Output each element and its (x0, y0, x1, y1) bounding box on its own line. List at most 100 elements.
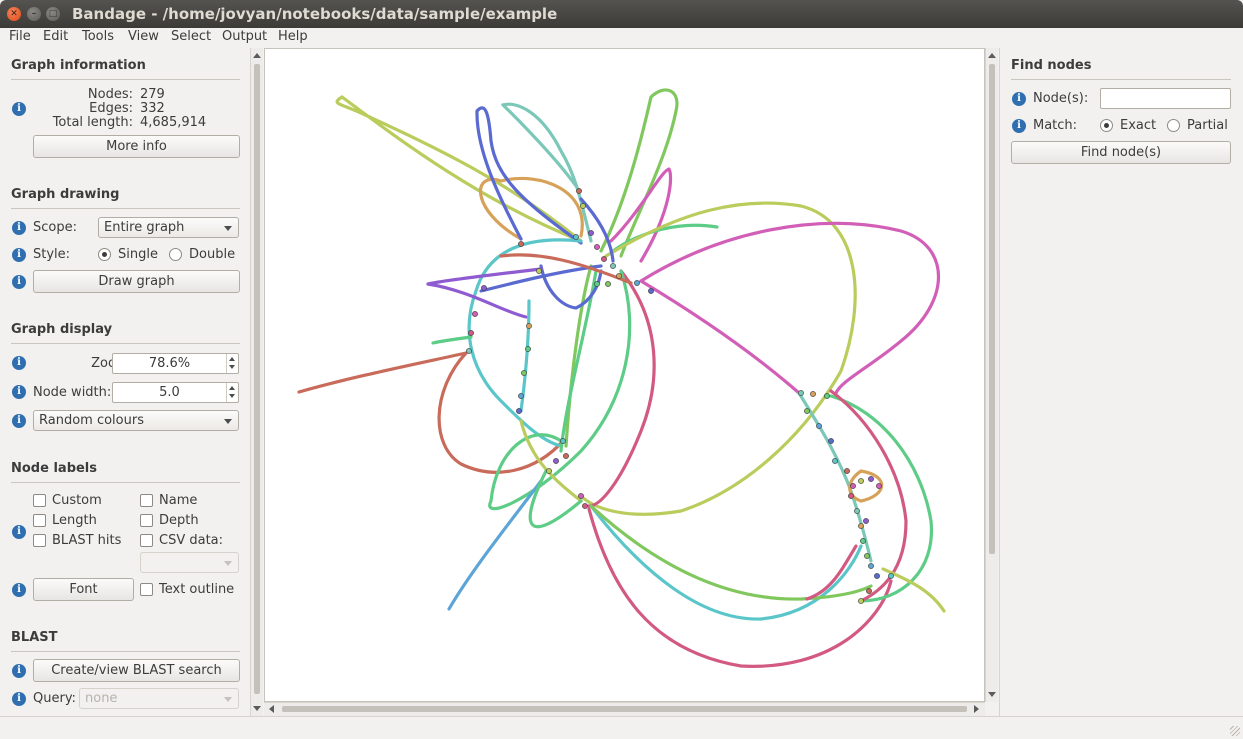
node-search-input[interactable] (1100, 88, 1231, 109)
style-single-label[interactable]: Single (118, 247, 158, 262)
length-checkbox[interactable] (33, 514, 46, 527)
graph-node[interactable] (860, 538, 866, 544)
blast-hits-checkbox[interactable] (33, 534, 46, 547)
graph-node[interactable] (634, 280, 640, 286)
graph-node[interactable] (888, 573, 894, 579)
graph-node[interactable] (854, 508, 860, 514)
graph-nodes[interactable] (466, 188, 894, 604)
graph-node[interactable] (560, 438, 566, 444)
graph-node[interactable] (573, 234, 579, 240)
more-info-button[interactable]: More info (33, 135, 240, 158)
graph-node[interactable] (850, 483, 856, 489)
match-partial-label[interactable]: Partial (1187, 118, 1228, 133)
length-label[interactable]: Length (52, 513, 97, 528)
graph-node[interactable] (594, 281, 600, 287)
graph-node[interactable] (536, 268, 542, 274)
graph-node[interactable] (525, 346, 531, 352)
graph-canvas[interactable] (264, 48, 985, 702)
zoom-spinbox[interactable]: 78.6% (112, 353, 239, 374)
graph-node[interactable] (468, 330, 474, 336)
draw-graph-button[interactable]: Draw graph (33, 270, 240, 293)
info-icon[interactable]: i (1012, 92, 1026, 106)
match-exact-radio[interactable] (1100, 119, 1113, 132)
menu-view[interactable]: View (128, 29, 159, 44)
minimize-window-button[interactable]: – (27, 7, 41, 21)
graph-node[interactable] (553, 458, 559, 464)
graph-node[interactable] (605, 281, 611, 287)
menu-file[interactable]: File (9, 29, 31, 44)
scrollbar-thumb[interactable] (282, 706, 967, 712)
info-icon[interactable]: i (12, 525, 26, 539)
name-checkbox[interactable] (140, 494, 153, 507)
blast-search-button[interactable]: Create/view BLAST search (33, 659, 240, 682)
info-icon[interactable]: i (12, 221, 26, 235)
spin-up-icon[interactable] (229, 386, 235, 390)
scrollbar-thumb[interactable] (254, 64, 260, 694)
graph-node[interactable] (816, 423, 822, 429)
graph-node[interactable] (472, 311, 478, 317)
graph-node[interactable] (594, 244, 600, 250)
graph-node[interactable] (824, 393, 830, 399)
info-icon[interactable]: i (12, 414, 26, 428)
menu-help[interactable]: Help (278, 29, 308, 44)
graph-node[interactable] (866, 588, 872, 594)
graph-node[interactable] (526, 323, 532, 329)
graph-node[interactable] (466, 348, 472, 354)
graph-node[interactable] (563, 453, 569, 459)
graph-node[interactable] (863, 518, 869, 524)
graph-node[interactable] (858, 478, 864, 484)
scroll-up-icon[interactable] (253, 53, 261, 58)
menu-edit[interactable]: Edit (43, 29, 68, 44)
depth-label[interactable]: Depth (159, 513, 199, 528)
graph-node[interactable] (648, 288, 654, 294)
colour-scheme-dropdown[interactable]: Random colours (33, 410, 239, 431)
maximize-window-button[interactable]: □ (46, 7, 60, 21)
graph-horizontal-scrollbar[interactable] (264, 702, 985, 716)
graph-node[interactable] (844, 468, 850, 474)
graph-node[interactable] (518, 393, 524, 399)
spin-buttons[interactable] (226, 354, 238, 373)
scrollbar-thumb[interactable] (989, 64, 995, 554)
spin-down-icon[interactable] (229, 394, 235, 398)
spin-down-icon[interactable] (229, 365, 235, 369)
graph-node[interactable] (616, 273, 622, 279)
info-icon[interactable]: i (12, 583, 26, 597)
info-icon[interactable]: i (12, 385, 26, 399)
graph-node[interactable] (601, 256, 607, 262)
style-single-radio[interactable] (98, 248, 111, 261)
graph-node[interactable] (804, 408, 810, 414)
graph-node[interactable] (832, 458, 838, 464)
scroll-down-icon[interactable] (988, 692, 996, 697)
graph-vertical-scrollbar[interactable] (985, 48, 998, 702)
spin-buttons[interactable] (226, 383, 238, 402)
text-outline-checkbox[interactable] (140, 583, 153, 596)
assembly-graph[interactable] (265, 49, 985, 702)
blast-hits-label[interactable]: BLAST hits (52, 533, 121, 548)
graph-node[interactable] (546, 468, 552, 474)
node-width-spinbox[interactable]: 5.0 (112, 382, 239, 403)
graph-node[interactable] (868, 563, 874, 569)
info-icon[interactable]: i (1012, 119, 1026, 133)
scope-dropdown[interactable]: Entire graph (98, 217, 239, 238)
info-icon[interactable]: i (12, 664, 26, 678)
graph-node[interactable] (798, 390, 804, 396)
info-icon[interactable]: i (12, 692, 26, 706)
scroll-up-icon[interactable] (988, 53, 996, 58)
style-double-label[interactable]: Double (189, 247, 235, 262)
text-outline-label[interactable]: Text outline (159, 582, 234, 597)
graph-node[interactable] (810, 391, 816, 397)
info-icon[interactable]: i (12, 275, 26, 289)
graph-node[interactable] (518, 241, 524, 247)
info-icon[interactable]: i (12, 248, 26, 262)
graph-node[interactable] (848, 493, 854, 499)
info-icon[interactable]: i (12, 102, 26, 116)
scroll-down-icon[interactable] (253, 706, 261, 711)
graph-node[interactable] (521, 370, 527, 376)
graph-node[interactable] (868, 476, 874, 482)
graph-node[interactable] (876, 483, 882, 489)
close-window-button[interactable]: ✕ (7, 7, 21, 21)
graph-node[interactable] (858, 523, 864, 529)
menu-tools[interactable]: Tools (82, 29, 114, 44)
graph-node[interactable] (874, 573, 880, 579)
scroll-left-icon[interactable] (269, 705, 274, 713)
